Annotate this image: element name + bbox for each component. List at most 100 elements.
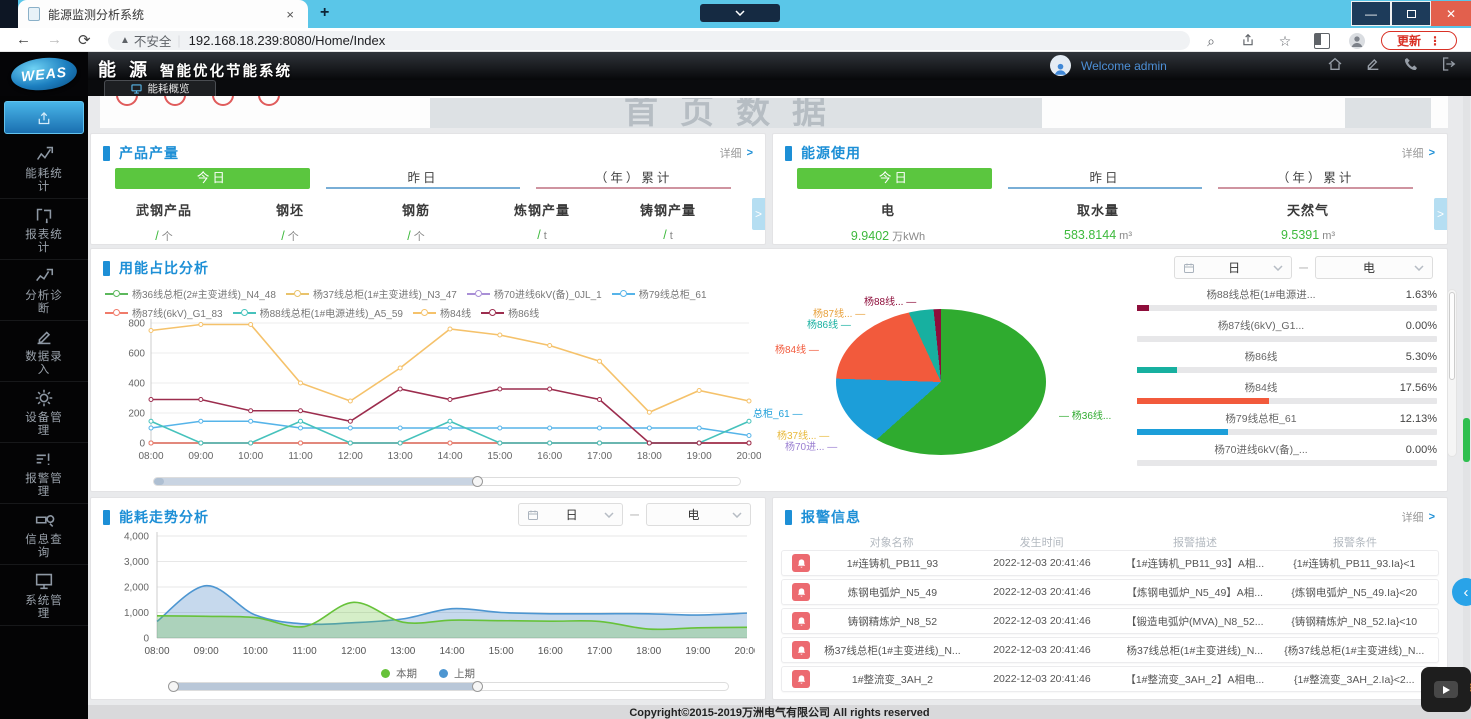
- item-percent: 0.00%: [1385, 320, 1437, 332]
- share-icon[interactable]: [1240, 33, 1256, 49]
- alarm-row[interactable]: 杨37线总柜(1#主变进线)_N...2022-12-03 20:41:46杨3…: [781, 637, 1439, 663]
- period-select[interactable]: 日: [1174, 256, 1292, 279]
- datazoom-slider[interactable]: [153, 477, 741, 486]
- item-bar-track: [1137, 398, 1437, 404]
- back-button[interactable]: ←: [16, 31, 31, 48]
- page-scrollbar[interactable]: [1463, 96, 1470, 705]
- edit-icon[interactable]: [1365, 56, 1381, 72]
- datazoom-slider[interactable]: [171, 682, 729, 691]
- stat-number: 583.8144: [1064, 228, 1116, 242]
- sidebar-item-data-entry[interactable]: 数据录入: [0, 321, 88, 382]
- forward-button[interactable]: →: [47, 31, 62, 48]
- item-percent: 0.00%: [1385, 444, 1437, 456]
- legend-item[interactable]: 杨37线总柜(1#主变进线)_N3_47: [286, 286, 457, 301]
- sidebar-item-home[interactable]: [4, 101, 84, 134]
- warning-icon: ▲: [120, 35, 130, 46]
- detail-link[interactable]: 详细>: [1402, 145, 1435, 161]
- alarm-cell: {炼钢电弧炉_N5_49.Ia}<20: [1275, 585, 1434, 600]
- scrollbar-thumb[interactable]: [1463, 418, 1470, 462]
- bookmark-star-icon[interactable]: ☆: [1277, 33, 1293, 49]
- svg-text:13:00: 13:00: [388, 451, 413, 462]
- legend-item[interactable]: 本期: [381, 666, 417, 681]
- user-avatar: [1050, 55, 1071, 76]
- period-select[interactable]: 日: [518, 503, 623, 526]
- logout-icon[interactable]: [1441, 56, 1457, 72]
- detail-link[interactable]: 详细>: [1402, 509, 1435, 525]
- alarm-bell-icon: [792, 554, 810, 572]
- monitor-icon: [32, 570, 56, 592]
- item-percent: 17.56%: [1385, 382, 1437, 394]
- reload-button[interactable]: ⟳: [78, 31, 91, 49]
- tab-energy-1[interactable]: 昨日: [1008, 168, 1203, 189]
- restore-button[interactable]: [1391, 1, 1431, 26]
- proportion-list-item[interactable]: 杨70进线6kV(备)_...0.00%: [1137, 442, 1437, 466]
- tab-energy-2[interactable]: （年）累计: [1218, 168, 1413, 189]
- browser-tab[interactable]: 能源监测分析系统 ×: [18, 0, 308, 28]
- kebab-menu-icon[interactable]: ⋮: [1429, 34, 1441, 48]
- proportion-list-item[interactable]: 杨84线17.56%: [1137, 380, 1437, 404]
- sidebar-item-report-stats[interactable]: 报表统计: [0, 199, 88, 260]
- home-icon[interactable]: [1327, 56, 1343, 72]
- legend-item[interactable]: 上期: [439, 666, 475, 681]
- sidebar-item-label: 信息查询: [20, 534, 68, 560]
- sidebar-item-system-mgmt[interactable]: 系统管理: [0, 565, 88, 626]
- item-name: 杨88线总柜(1#电源进...: [1137, 287, 1385, 302]
- tab-energy-0[interactable]: 今日: [797, 168, 992, 189]
- alarm-row[interactable]: 1#整流变_3AH_22022-12-03 20:41:46【1#整流变_3AH…: [781, 666, 1439, 692]
- energy-type-select[interactable]: 电: [646, 503, 751, 526]
- proportion-list-item[interactable]: 杨86线5.30%: [1137, 349, 1437, 373]
- alarm-row[interactable]: 铸钢精炼炉_N8_522022-12-03 20:41:46【锻造电弧炉(MVA…: [781, 608, 1439, 634]
- video-overlay[interactable]: [1421, 667, 1471, 712]
- tab-product-1[interactable]: 昨日: [326, 168, 521, 189]
- alarm-cell: {杨37线总柜(1#主变进线)_N...: [1275, 643, 1434, 658]
- stat-value: 9.5391m³: [1203, 228, 1413, 242]
- profile-icon[interactable]: [1349, 33, 1365, 49]
- legend-item[interactable]: 杨70进线6kV(备)_0JL_1: [467, 286, 602, 301]
- zoom-icon[interactable]: ⌕: [1203, 33, 1219, 49]
- new-tab-button[interactable]: +: [320, 4, 329, 22]
- sidebar-item-diagnosis[interactable]: 分析诊断: [0, 260, 88, 321]
- phone-icon[interactable]: [1403, 56, 1419, 72]
- sidebar-item-device-mgmt[interactable]: 设备管理: [0, 382, 88, 443]
- address-bar[interactable]: ▲ 不安全 | 192.168.18.239:8080/Home/Index: [108, 31, 1190, 50]
- item-bar-fill: [1137, 398, 1269, 404]
- legend-item[interactable]: 杨79线总柜_61: [612, 286, 707, 301]
- svg-text:800: 800: [128, 319, 145, 330]
- search-icon: [32, 509, 56, 531]
- update-button[interactable]: 更新 ⋮: [1381, 31, 1457, 50]
- sidebar-item-alarm-mgmt[interactable]: 报警管理: [0, 443, 88, 504]
- energy-type-value: 电: [655, 506, 732, 523]
- stat-number: /: [155, 229, 158, 243]
- panel-title: 用能占比分析: [119, 258, 209, 278]
- tab-product-0[interactable]: 今日: [115, 168, 310, 189]
- detail-link[interactable]: 详细>: [720, 145, 753, 161]
- close-tab-icon[interactable]: ×: [282, 7, 298, 22]
- legend-item[interactable]: 杨36线总柜(2#主变进线)_N4_48: [105, 286, 276, 301]
- item-name: 杨84线: [1137, 380, 1385, 395]
- alarm-row[interactable]: 炼钢电弧炉_N5_492022-12-03 20:41:46【炼钢电弧炉_N5_…: [781, 579, 1439, 605]
- sidebar-item-energy-stats[interactable]: 能耗统计: [0, 138, 88, 199]
- list-scrollbar[interactable]: [1447, 289, 1457, 457]
- tab-energy-overview[interactable]: 能耗概览: [104, 80, 216, 96]
- next-page-button[interactable]: >: [752, 198, 765, 230]
- alarm-row[interactable]: 1#连铸机_PB11_932022-12-03 20:41:46【1#连铸机_P…: [781, 550, 1439, 576]
- minimize-button[interactable]: —: [1351, 1, 1391, 26]
- chevron-down-icon: [1273, 265, 1283, 271]
- proportion-list-item[interactable]: 杨87线(6kV)_G1...0.00%: [1137, 318, 1437, 342]
- next-page-button[interactable]: >: [1434, 198, 1447, 230]
- tab-search-button[interactable]: [700, 4, 780, 22]
- alarm-bell-icon: [792, 670, 810, 688]
- tab-product-2[interactable]: （年）累计: [536, 168, 731, 189]
- proportion-list-item[interactable]: 杨79线总柜_6112.13%: [1137, 411, 1437, 435]
- proportion-list-item[interactable]: 杨88线总柜(1#电源进...1.63%: [1137, 287, 1437, 311]
- sidebar-item-info-query[interactable]: 信息查询: [0, 504, 88, 565]
- range-dash: –: [630, 506, 639, 524]
- split-view-icon[interactable]: [1314, 33, 1330, 49]
- report-icon: [32, 204, 56, 226]
- svg-text:12:00: 12:00: [341, 646, 366, 657]
- energy-type-select[interactable]: 电: [1315, 256, 1433, 279]
- stat-value: 583.8144m³: [993, 228, 1203, 242]
- play-icon[interactable]: [1434, 681, 1458, 698]
- close-button[interactable]: ✕: [1431, 1, 1471, 26]
- svg-text:12:00: 12:00: [338, 451, 363, 462]
